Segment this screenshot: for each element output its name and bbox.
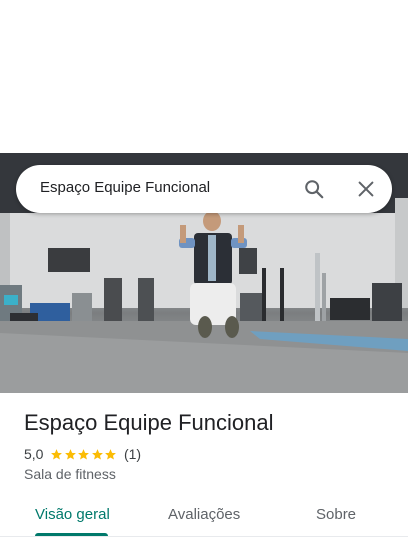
place-category: Sala de fitness (24, 466, 116, 482)
close-icon[interactable] (355, 178, 377, 200)
search-icon[interactable] (303, 178, 325, 200)
tabs-divider (0, 536, 408, 537)
blank-area (0, 0, 408, 153)
star-icon (92, 448, 103, 460)
tab-reviews[interactable]: Avaliações (168, 506, 240, 523)
rating-row[interactable]: 5,0 (1) (24, 445, 141, 463)
star-icon (78, 448, 90, 460)
tab-about[interactable]: Sobre (316, 506, 356, 523)
place-title: Espaço Equipe Funcional (24, 410, 274, 435)
search-bar[interactable]: Espaço Equipe Funcional (16, 165, 392, 213)
search-input[interactable]: Espaço Equipe Funcional (40, 179, 210, 196)
star-icon (105, 448, 117, 460)
tab-overview[interactable]: Visão geral (35, 506, 110, 523)
star-icon (65, 448, 76, 460)
star-icon (51, 448, 63, 460)
rating-stars (50, 448, 118, 461)
review-count[interactable]: (1) (124, 446, 141, 462)
rating-value: 5,0 (24, 446, 44, 462)
